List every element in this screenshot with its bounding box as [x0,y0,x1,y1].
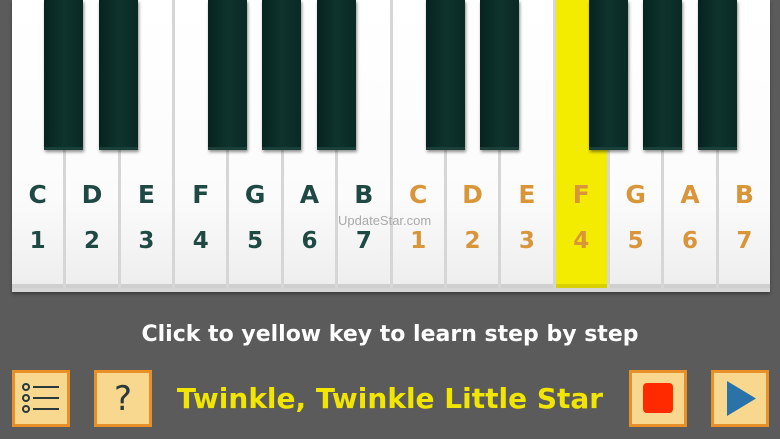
note-letter: C [409,180,428,209]
note-number: 4 [573,228,590,254]
piano-keyboard: C 1 D 2 E 3 F 4 G 5 A 6 B 7 C 1 D 2 E 3 … [12,0,771,292]
note-number: 1 [29,228,46,254]
note-letter: F [192,180,210,209]
play-button[interactable] [711,370,769,427]
note-letter: C [28,180,47,209]
black-key-c-sharp-2[interactable] [426,0,465,150]
note-letter: G [244,180,266,209]
stop-icon [643,383,673,413]
note-letter: D [81,180,103,209]
note-number: 6 [681,228,698,254]
note-number: 1 [410,228,427,254]
note-number: 7 [355,228,372,254]
black-key-f-sharp-2[interactable] [589,0,628,150]
note-letter: B [354,180,374,209]
svg-text:?: ? [114,379,132,419]
note-letter: A [680,180,700,209]
note-number: 7 [736,228,753,254]
note-letter: A [299,180,320,209]
note-number: 3 [138,228,155,254]
note-letter: E [137,180,155,209]
black-key-d-sharp-1[interactable] [99,0,138,150]
black-key-g-sharp-2[interactable] [643,0,682,150]
note-letter: E [518,180,536,209]
note-number: 3 [518,228,535,254]
list-icon [22,383,59,413]
note-number: 5 [627,228,644,254]
song-list-button[interactable] [12,370,70,427]
help-button[interactable]: ? [94,370,152,427]
black-key-g-sharp-1[interactable] [262,0,301,150]
note-letter: D [462,180,483,209]
black-key-a-sharp-2[interactable] [698,0,737,150]
help-icon: ? [114,379,132,419]
black-key-a-sharp-1[interactable] [317,0,356,150]
note-number: 5 [247,228,264,254]
black-key-f-sharp-1[interactable] [208,0,247,150]
black-key-d-sharp-2[interactable] [480,0,519,150]
note-letter: F [572,180,590,209]
note-letter: B [734,180,754,209]
instruction-text: Click to yellow key to learn step by ste… [141,322,639,347]
note-number: 4 [192,228,209,254]
note-number: 2 [464,228,481,254]
note-letter: G [625,180,646,209]
play-icon [727,381,756,416]
song-title: Twinkle, Twinkle Little Star [176,382,604,415]
stop-button[interactable] [629,370,687,427]
black-key-c-sharp-1[interactable] [44,0,83,150]
piano-app: C 1 D 2 E 3 F 4 G 5 A 6 B 7 C 1 D 2 E 3 … [0,0,780,439]
note-number: 6 [301,228,318,254]
note-number: 2 [84,228,101,254]
